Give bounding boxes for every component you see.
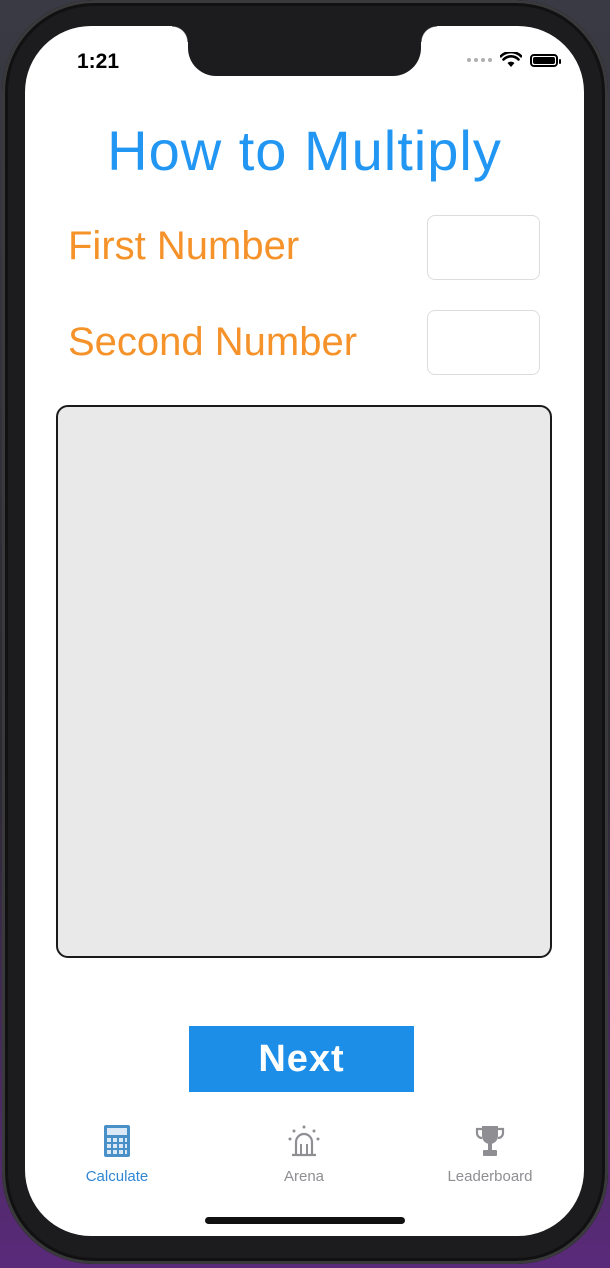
tab-leaderboard[interactable]: Leaderboard: [415, 1122, 565, 1185]
work-area-canvas[interactable]: [56, 405, 552, 958]
trophy-icon: [475, 1126, 505, 1156]
tab-arena[interactable]: Arena: [229, 1122, 379, 1185]
arena-icon: [288, 1125, 320, 1157]
status-time: 1:21: [77, 50, 120, 73]
first-number-label: First Number: [68, 224, 300, 268]
first-number-input[interactable]: [427, 215, 540, 280]
signal-icon: [467, 58, 492, 62]
second-number-label: Second Number: [68, 320, 358, 364]
tab-calculate-label: Calculate: [85, 1168, 149, 1185]
status-icons: [467, 52, 561, 68]
app-screen: 1:21 How to Multiply First Number Second…: [25, 26, 584, 1236]
device-notch: [172, 26, 437, 76]
tab-leaderboard-label: Leaderboard: [447, 1168, 533, 1185]
home-indicator: [205, 1217, 405, 1224]
page-title: How to Multiply: [107, 119, 502, 182]
tab-arena-label: Arena: [283, 1168, 325, 1185]
wifi-icon: [500, 52, 522, 67]
next-button[interactable]: Next: [189, 1026, 414, 1092]
second-number-input[interactable]: [427, 310, 540, 375]
calculator-icon: [104, 1125, 130, 1157]
tab-calculate[interactable]: Calculate: [42, 1122, 192, 1185]
battery-icon: [530, 53, 561, 67]
tab-bar: Calculate Arena Leaderboard: [25, 1122, 584, 1192]
